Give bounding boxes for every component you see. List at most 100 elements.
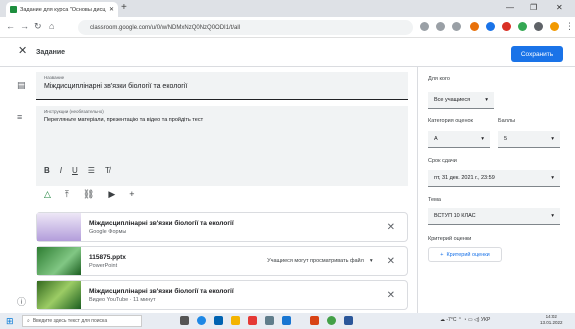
weather-temp: -7°C	[446, 317, 457, 323]
upload-icon[interactable]: ⤒	[65, 189, 69, 200]
topic-value: ВСТУП 10 КЛАС	[434, 213, 476, 219]
title-field[interactable]: Название Міждисциплінарні зв'язки біолог…	[36, 72, 408, 100]
search-icon: ⌕	[27, 318, 30, 324]
browser-tab[interactable]: Задание для курса "Основы дисц ✕	[6, 2, 118, 17]
due-value: пт, 31 дек. 2021 г., 23:59	[434, 175, 495, 181]
extension-icon[interactable]	[420, 22, 429, 31]
system-tray: ☁ -7°C ⌃ ◔ ▭ ◁) УКР	[440, 317, 490, 323]
weather-icon: ☁	[440, 317, 445, 323]
remove-attachment-icon[interactable]: ✕	[387, 256, 395, 267]
topic-select[interactable]: ВСТУП 10 КЛАС ▾	[428, 208, 560, 225]
due-select[interactable]: пт, 31 дек. 2021 г., 23:59 ▾	[428, 170, 560, 187]
format-toolbar: B I U ☰ T̸	[44, 166, 110, 175]
clear-format-button[interactable]: T̸	[105, 166, 110, 175]
close-icon[interactable]: ✕	[18, 44, 27, 57]
category-select[interactable]: А ▾	[428, 131, 490, 148]
description-value: Перегляньте матеріали, презентацію та ві…	[44, 117, 204, 123]
tray-icons[interactable]: ⌃ ◔ ▭ ◁)	[458, 317, 480, 323]
url-text: classroom.google.com/u/0/w/NDMxNzQ0NzQ0O…	[90, 24, 241, 31]
windows-start-icon[interactable]: ⊞	[6, 316, 14, 327]
app-icon[interactable]	[282, 316, 291, 325]
store-icon[interactable]	[214, 316, 223, 325]
extension-icon[interactable]	[518, 22, 527, 31]
share-permission-select[interactable]: Учащиеся могут просматривать файл ▾	[267, 258, 373, 264]
add-rubric-button[interactable]: + Критерий оценки	[428, 247, 502, 262]
taskbar-clock[interactable]: 14:02 13.01.2022	[540, 314, 563, 326]
drive-icon[interactable]: △	[44, 189, 51, 200]
address-bar[interactable]: classroom.google.com/u/0/w/NDMxNzQ0NzQ0O…	[78, 20, 413, 35]
youtube-icon[interactable]: ▶	[108, 189, 115, 200]
app-icon[interactable]	[248, 316, 257, 325]
description-icon: ≡	[17, 112, 23, 122]
attachment-card[interactable]: 115875.pptx PowerPoint Учащиеся могут пр…	[36, 246, 408, 276]
attachment-title: Міждисциплінарні зв'язки біології та еко…	[89, 287, 234, 295]
rubric-button-label: Критерий оценки	[446, 251, 490, 258]
description-label: Инструкции (необязательно)	[44, 109, 104, 114]
for-select[interactable]: Все учащиеся ▾	[428, 92, 494, 109]
maximize-icon[interactable]: ❐	[530, 3, 537, 12]
attachment-card[interactable]: Міждисциплінарні зв'язки біології та еко…	[36, 212, 408, 242]
chevron-down-icon: ▾	[485, 97, 488, 103]
minimize-icon[interactable]: —	[506, 3, 514, 12]
task-view-icon[interactable]	[180, 316, 189, 325]
for-value: Все учащиеся	[434, 97, 471, 103]
extension-icon[interactable]	[502, 22, 511, 31]
browser-menu-icon[interactable]: ⋮	[565, 21, 574, 32]
input-language[interactable]: УКР	[481, 317, 490, 323]
taskbar-search[interactable]: ⌕ Введите здесь текст для поиска	[22, 315, 142, 327]
category-label: Категория оценок	[428, 118, 473, 124]
assignment-icon: ▤	[17, 80, 26, 90]
extension-icon[interactable]	[486, 22, 495, 31]
attachment-title: 115875.pptx	[89, 253, 126, 261]
chevron-down-icon: ▾	[369, 258, 373, 264]
close-tab-icon[interactable]: ✕	[109, 6, 114, 13]
close-window-icon[interactable]: ✕	[556, 3, 563, 12]
italic-button[interactable]: I	[60, 166, 62, 175]
edge-icon[interactable]	[197, 316, 206, 325]
reload-icon[interactable]: ↻	[34, 21, 42, 32]
classroom-favicon-icon	[10, 6, 17, 13]
forward-icon[interactable]: →	[20, 21, 29, 31]
pptx-thumbnail	[37, 247, 81, 275]
attachment-subtitle: Видео YouTube · 11 минут	[89, 296, 156, 303]
link-icon[interactable]: ⛓	[83, 189, 94, 200]
bold-button[interactable]: B	[44, 166, 50, 175]
bookmark-star-icon[interactable]	[452, 22, 461, 31]
bulleted-list-button[interactable]: ☰	[88, 166, 95, 175]
remove-attachment-icon[interactable]: ✕	[387, 290, 395, 301]
plus-icon: +	[440, 251, 444, 258]
clock-date: 13.01.2022	[540, 320, 563, 325]
save-button[interactable]: Сохранить	[511, 46, 563, 62]
attachment-title: Міждисциплінарні зв'язки біології та еко…	[89, 219, 234, 227]
form-thumbnail	[37, 213, 81, 241]
topic-label: Тема	[428, 197, 441, 203]
title-value: Міждисциплінарні зв'язки біології та еко…	[44, 83, 188, 90]
puzzle-icon[interactable]	[534, 22, 543, 31]
word-icon[interactable]	[344, 316, 353, 325]
explorer-icon[interactable]	[231, 316, 240, 325]
rubric-label: Критерий оценки	[428, 236, 472, 242]
permission-label: Учащиеся могут просматривать файл	[267, 258, 364, 264]
avatar[interactable]	[550, 22, 559, 31]
extension-icon[interactable]	[470, 22, 479, 31]
attachment-card[interactable]: Міждисциплінарні зв'язки біології та еко…	[36, 280, 408, 310]
app-header	[0, 39, 575, 67]
chevron-down-icon: ▾	[551, 213, 554, 219]
chevron-down-icon: ▾	[481, 136, 484, 142]
chrome-icon[interactable]	[327, 316, 336, 325]
help-icon[interactable]: ⓘ	[17, 295, 26, 308]
chevron-down-icon: ▾	[551, 175, 554, 181]
create-icon[interactable]: +	[129, 189, 134, 200]
app-icon[interactable]	[265, 316, 274, 325]
page-title: Задание	[36, 49, 66, 56]
points-select[interactable]: 5 ▾	[498, 131, 560, 148]
back-icon[interactable]: ←	[6, 21, 15, 31]
remove-attachment-icon[interactable]: ✕	[387, 222, 395, 233]
home-icon[interactable]: ⌂	[49, 21, 54, 31]
app-icon[interactable]	[310, 316, 319, 325]
for-label: Для кого	[428, 76, 450, 82]
share-icon[interactable]	[436, 22, 445, 31]
underline-button[interactable]: U	[72, 166, 78, 175]
search-placeholder: Введите здесь текст для поиска	[32, 318, 108, 324]
new-tab-button[interactable]: +	[121, 2, 127, 13]
